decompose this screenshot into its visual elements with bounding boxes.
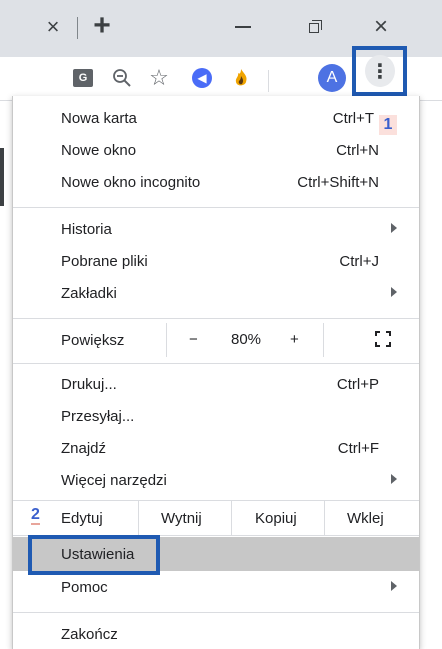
menu-item-help[interactable]: Pomoc [13, 572, 419, 604]
zoom-icon[interactable] [107, 63, 137, 93]
bookmark-star-icon[interactable]: ☆ [144, 63, 174, 93]
minimize-icon[interactable] [228, 12, 258, 42]
zoom-out-button[interactable]: − [189, 331, 198, 348]
menu-item-label: Nowe okno [61, 142, 137, 159]
window-close-icon[interactable]: × [366, 12, 396, 42]
menu-item-label: Więcej narzędzi [61, 472, 167, 489]
menu-item-more-tools[interactable]: Więcej narzędzi [13, 465, 419, 497]
menu-button-highlight[interactable]: ⋮ [352, 46, 407, 96]
extension-flame-icon[interactable] [226, 63, 256, 93]
menu-divider [13, 207, 419, 208]
menu-item-label: Historia [61, 221, 112, 238]
submenu-arrow-icon [391, 474, 397, 484]
menu-item-shortcut: Ctrl+F [337, 440, 379, 457]
fullscreen-icon[interactable] [375, 331, 391, 347]
copy-button[interactable]: Kopiuj [255, 510, 297, 527]
edit-divider [231, 501, 232, 535]
edit-label: Edytuj [61, 510, 103, 527]
new-tab-icon[interactable]: + [86, 10, 118, 44]
zoom-value: 80% [231, 331, 262, 348]
step-badge-2: 2 [31, 506, 40, 525]
menu-item-shortcut: Ctrl+N [336, 142, 379, 159]
menu-item-shortcut: Ctrl+J [339, 253, 379, 270]
menu-item-shortcut: Ctrl+T [332, 110, 374, 127]
profile-avatar[interactable]: A [318, 64, 346, 92]
menu-item-label: Drukuj... [61, 376, 117, 393]
translate-icon[interactable]: G [68, 63, 98, 93]
menu-divider [13, 363, 419, 364]
menu-item-print[interactable]: Drukuj... Ctrl+P [13, 369, 419, 401]
zoom-cell-divider [166, 323, 167, 357]
menu-item-label: Nowe okno incognito [61, 174, 201, 191]
zoom-cell-divider [323, 323, 324, 357]
menu-item-label: Nowa karta [61, 110, 137, 127]
menu-divider [13, 318, 419, 319]
translate-glyph: G [73, 69, 93, 87]
menu-item-label: Zakończ [61, 626, 118, 643]
step-badge-1: 1 [379, 115, 397, 135]
tab-separator [77, 17, 78, 39]
menu-divider [13, 612, 419, 613]
zoom-in-button[interactable]: + [290, 331, 299, 348]
edit-divider [138, 501, 139, 535]
extension-icon[interactable]: ◀ [187, 63, 217, 93]
cut-button[interactable]: Wytnij [161, 510, 202, 527]
restore-icon[interactable] [300, 12, 330, 42]
menu-item-label: Zakładki [61, 285, 117, 302]
menu-item-shortcut: Ctrl+Shift+N [297, 174, 379, 191]
menu-item-cast[interactable]: Przesyłaj... [13, 401, 419, 433]
menu-item-history[interactable]: Historia [13, 214, 419, 246]
settings-highlight-box [28, 535, 160, 575]
submenu-arrow-icon [391, 287, 397, 297]
submenu-arrow-icon [391, 581, 397, 591]
menu-item-exit[interactable]: Zakończ [13, 619, 419, 649]
edit-divider [324, 501, 325, 535]
toolbar-separator [268, 70, 269, 92]
menu-item-label: Przesyłaj... [61, 408, 135, 425]
menu-item-incognito[interactable]: Nowe okno incognito Ctrl+Shift+N [13, 167, 419, 199]
menu-item-find[interactable]: Znajdź Ctrl+F [13, 433, 419, 465]
tab-close-icon[interactable]: × [38, 12, 68, 42]
edit-row: 2 Edytuj Wytnij Kopiuj Wklej [13, 501, 419, 535]
more-vert-icon[interactable]: ⋮ [365, 55, 395, 87]
zoom-row: Powiększ − 80% + [13, 323, 419, 357]
menu-item-new-tab[interactable]: Nowa karta Ctrl+T 1 [13, 103, 419, 135]
menu-item-downloads[interactable]: Pobrane pliki Ctrl+J [13, 246, 419, 278]
menu-item-new-window[interactable]: Nowe okno Ctrl+N [13, 135, 419, 167]
menu-item-label: Pomoc [61, 579, 108, 596]
page-background-mark [0, 148, 4, 206]
submenu-arrow-icon [391, 223, 397, 233]
zoom-label: Powiększ [61, 332, 125, 349]
menu-item-label: Pobrane pliki [61, 253, 148, 270]
menu-item-shortcut: Ctrl+P [336, 376, 379, 393]
extension-glyph: ◀ [192, 68, 212, 88]
menu-item-bookmarks[interactable]: Zakładki [13, 278, 419, 310]
paste-button[interactable]: Wklej [347, 510, 384, 527]
menu-item-label: Znajdź [61, 440, 107, 457]
